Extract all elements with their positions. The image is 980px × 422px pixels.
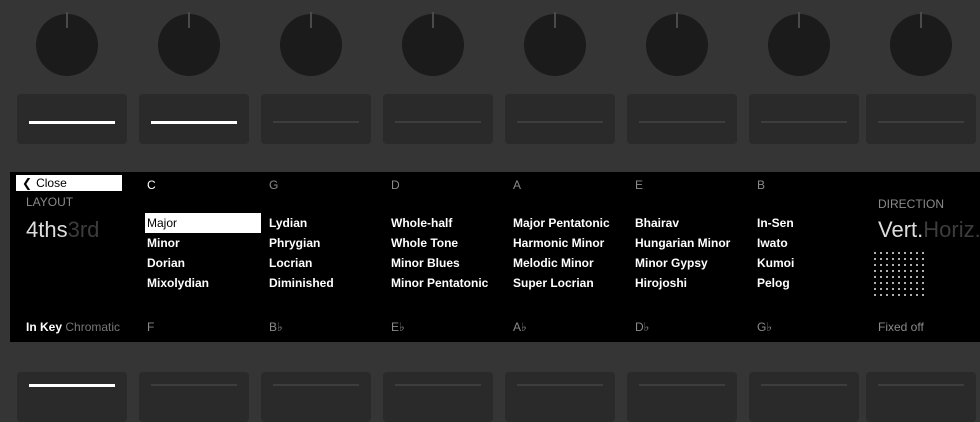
root-note-c[interactable]: C [147, 178, 156, 192]
scale-phrygian[interactable]: Phrygian [269, 233, 320, 253]
upper-button-1[interactable] [17, 94, 127, 144]
layout-label: LAYOUT [26, 195, 74, 209]
upper-button-7[interactable] [749, 94, 859, 144]
key-mode-inactive: Chromatic [65, 320, 121, 334]
encoder-knob-8[interactable] [890, 12, 952, 76]
encoder-knob-4[interactable] [402, 12, 464, 76]
scale-iwato[interactable]: Iwato [757, 233, 788, 253]
root-note-a[interactable]: A [513, 178, 521, 192]
lower-button-8[interactable] [866, 372, 976, 422]
scale-major[interactable]: Major [145, 213, 261, 233]
encoder-knob-3[interactable] [280, 12, 342, 76]
layout-toggle[interactable]: 4ths3rd [26, 217, 140, 243]
root-note-eflat[interactable]: E♭ [391, 320, 405, 334]
chevron-left-icon: ❮ [22, 176, 33, 190]
root-note-bflat[interactable]: B♭ [269, 320, 283, 334]
lower-button-1[interactable] [17, 372, 127, 422]
direction-active: Vert. [878, 217, 924, 242]
scale-bhairav[interactable]: Bhairav [635, 213, 679, 233]
root-note-aflat[interactable]: A♭ [513, 320, 527, 334]
root-note-g[interactable]: G [269, 178, 278, 192]
scale-mixolydian[interactable]: Mixolydian [147, 273, 209, 293]
encoder-knob-7[interactable] [768, 12, 830, 76]
encoder-knob-2[interactable] [158, 12, 220, 76]
scale-kumoi[interactable]: Kumoi [757, 253, 794, 273]
scale-harmonic-minor[interactable]: Harmonic Minor [513, 233, 604, 253]
encoder-knob-5[interactable] [524, 12, 586, 76]
lower-button-2[interactable] [139, 372, 249, 422]
scale-super-locrian[interactable]: Super Locrian [513, 273, 594, 293]
upper-button-3[interactable] [261, 94, 371, 144]
lower-button-4[interactable] [383, 372, 493, 422]
button-led [395, 384, 481, 386]
button-led [761, 121, 847, 123]
lower-button-3[interactable] [261, 372, 371, 422]
close-button[interactable]: ❮ Close [16, 175, 122, 191]
button-led [273, 384, 359, 386]
button-led [151, 121, 237, 124]
root-note-f[interactable]: F [147, 320, 154, 334]
root-note-b[interactable]: B [757, 178, 765, 192]
scale-pelog[interactable]: Pelog [757, 273, 790, 293]
encoder-knob-6[interactable] [646, 12, 708, 76]
lower-button-6[interactable] [627, 372, 737, 422]
root-note-e[interactable]: E [635, 178, 643, 192]
layout-inactive: 3rd [67, 217, 100, 242]
scale-minor-gypsy[interactable]: Minor Gypsy [635, 253, 708, 273]
scale-whole-tone[interactable]: Whole Tone [391, 233, 458, 253]
upper-button-5[interactable] [505, 94, 615, 144]
button-led [878, 121, 964, 123]
root-note-gflat[interactable]: G♭ [757, 320, 772, 334]
scale-hungarian-minor[interactable]: Hungarian Minor [635, 233, 730, 253]
scale-display: ❮ Close LAYOUT 4ths3rd C G D A E B Major … [10, 172, 980, 342]
button-led [761, 384, 847, 386]
scale-melodic-minor[interactable]: Melodic Minor [513, 253, 594, 273]
key-mode-toggle[interactable]: In Key Chromatic [26, 320, 120, 334]
scale-whole-half[interactable]: Whole-half [391, 213, 452, 233]
scale-minor[interactable]: Minor [147, 233, 180, 253]
encoder-knob-1[interactable] [36, 12, 98, 76]
button-led [273, 121, 359, 123]
scale-lydian[interactable]: Lydian [269, 213, 307, 233]
root-note-d[interactable]: D [391, 178, 400, 192]
layout-active: 4ths [26, 217, 68, 242]
scale-major-pentatonic[interactable]: Major Pentatonic [513, 213, 610, 233]
close-label: Close [36, 176, 67, 190]
fixed-toggle[interactable]: Fixed off [878, 320, 924, 334]
button-led [395, 121, 481, 123]
scale-minor-blues[interactable]: Minor Blues [391, 253, 460, 273]
scale-locrian[interactable]: Locrian [269, 253, 312, 273]
button-led [639, 121, 725, 123]
direction-label: DIRECTION [878, 197, 944, 211]
direction-toggle[interactable]: Vert.Horiz. [878, 217, 980, 243]
button-led [29, 121, 115, 124]
button-led [517, 384, 603, 386]
grid-dots-icon [872, 250, 928, 298]
scale-in-sen[interactable]: In-Sen [757, 213, 794, 233]
scale-hirojoshi[interactable]: Hirojoshi [635, 273, 687, 293]
button-led [639, 384, 725, 386]
button-led [517, 121, 603, 123]
upper-button-6[interactable] [627, 94, 737, 144]
button-led [151, 384, 237, 386]
scale-diminished[interactable]: Diminished [269, 273, 334, 293]
button-led [878, 384, 964, 386]
scale-dorian[interactable]: Dorian [147, 253, 185, 273]
lower-button-5[interactable] [505, 372, 615, 422]
key-mode-active: In Key [26, 320, 63, 334]
button-led [29, 384, 115, 387]
upper-button-8[interactable] [866, 94, 976, 144]
lower-button-7[interactable] [749, 372, 859, 422]
direction-inactive: Horiz. [923, 217, 980, 242]
upper-button-2[interactable] [139, 94, 249, 144]
upper-button-4[interactable] [383, 94, 493, 144]
root-note-dflat[interactable]: D♭ [635, 320, 649, 334]
scale-minor-pentatonic[interactable]: Minor Pentatonic [391, 273, 488, 293]
